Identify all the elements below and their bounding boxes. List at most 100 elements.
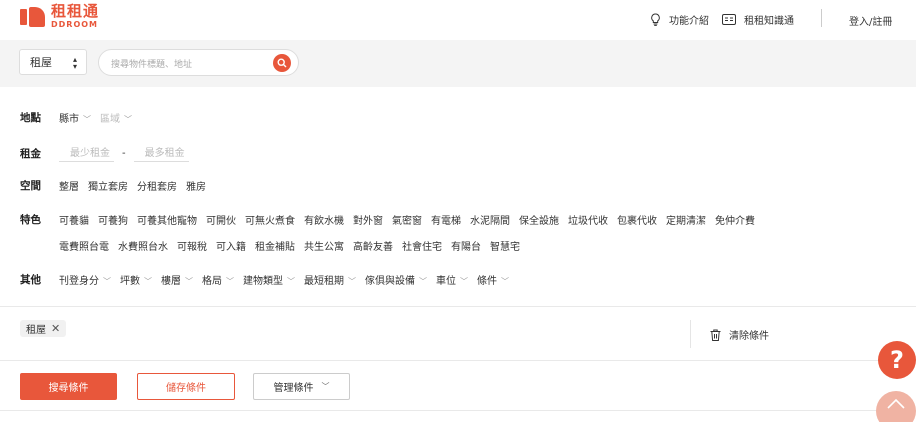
login-link[interactable]: 登入/註冊	[849, 13, 892, 28]
selected-chip[interactable]: 租屋 ✕	[20, 320, 67, 337]
select-caret-icon: ▴ ▾	[72, 55, 77, 71]
max-rent-input[interactable]: 最多租金	[133, 144, 189, 162]
clear-filters-button[interactable]: 清除條件	[710, 327, 769, 342]
rental-type-value: 租屋	[30, 56, 52, 69]
filter-location: 地點 縣市 ﹀ 區域 ﹀	[20, 110, 141, 125]
chip-label: 租屋	[26, 325, 46, 336]
district-dropdown[interactable]: 區域 ﹀	[100, 110, 132, 125]
feature-option[interactable]: 租金補貼	[255, 238, 295, 253]
filter-label: 空間	[20, 180, 41, 192]
divider	[0, 360, 916, 361]
chevron-down-icon: ﹀	[103, 277, 111, 286]
city-dropdown[interactable]: 縣市 ﹀	[59, 110, 91, 125]
divider	[0, 306, 916, 307]
filter-label: 地點	[20, 112, 41, 124]
logo-mark-icon	[20, 6, 46, 27]
other-filter-option[interactable]: 建物類型 ﹀	[243, 272, 295, 287]
chevron-down-icon: ﹀	[185, 277, 193, 286]
feature-option[interactable]: 可入籍	[216, 238, 246, 253]
close-icon[interactable]: ✕	[51, 322, 60, 335]
other-filter-option[interactable]: 傢俱與設備 ﹀	[365, 272, 427, 287]
filter-features: 特色 可養貓 可養狗 可養其他寵物 可開伙 可無火煮食 有飲水機 對外窗 氣密窗 有電梯 水泥隔間…	[20, 212, 764, 227]
back-to-top-button[interactable]	[876, 391, 916, 422]
min-rent-input[interactable]: 最少租金	[59, 144, 114, 162]
feature-option[interactable]: 可開伙	[206, 212, 236, 227]
other-filter-option[interactable]: 格局 ﹀	[202, 272, 234, 287]
search-bar: 租屋 ▴ ▾ 搜尋物件標題、地址	[0, 40, 916, 87]
vertical-divider	[690, 320, 691, 348]
filter-other: 其他 刊登身分 ﹀ 坪數 ﹀ 樓層 ﹀ 格局 ﹀ 建物類型 ﹀ 最短租期 ﹀ 傢俱與設備 ﹀ 車位 ﹀ 條件 ﹀	[20, 272, 518, 287]
feature-option[interactable]: 有陽台	[451, 238, 481, 253]
search-conditions-button[interactable]: 搜尋條件	[20, 373, 117, 400]
nav-divider	[821, 9, 822, 27]
other-filter-option[interactable]: 刊登身分 ﹀	[59, 272, 111, 287]
filter-label: 特色	[20, 214, 41, 226]
space-option[interactable]: 分租套房	[137, 178, 177, 193]
lightbulb-icon	[650, 13, 661, 26]
other-filter-option[interactable]: 條件 ﹀	[477, 272, 509, 287]
divider	[0, 410, 916, 411]
space-option[interactable]: 獨立套房	[88, 178, 128, 193]
feature-option[interactable]: 有飲水機	[304, 212, 344, 227]
feature-option[interactable]: 智慧宅	[490, 238, 520, 253]
search-placeholder: 搜尋物件標題、地址	[111, 60, 193, 70]
feature-option[interactable]: 可養貓	[59, 212, 89, 227]
search-input[interactable]: 搜尋物件標題、地址	[98, 49, 299, 76]
filter-label: 其他	[20, 274, 41, 286]
feature-option[interactable]: 氣密窗	[392, 212, 422, 227]
feature-option[interactable]: 共生公寓	[304, 238, 344, 253]
feature-option[interactable]: 電費照台電	[59, 238, 109, 253]
feature-option[interactable]: 免仲介費	[715, 212, 755, 227]
manage-conditions-button[interactable]: 管理條件 ﹀	[253, 373, 350, 400]
other-filter-option[interactable]: 車位 ﹀	[436, 272, 468, 287]
other-filter-option[interactable]: 樓層 ﹀	[161, 272, 193, 287]
feature-option[interactable]: 對外窗	[353, 212, 383, 227]
feature-option[interactable]: 水泥隔間	[470, 212, 510, 227]
logo-name: 租租通	[51, 2, 100, 20]
chevron-up-icon	[887, 399, 905, 409]
filter-features-row2: 電費照台電 水費照台水 可報稅 可入籍 租金補貼 共生公寓 高齡友善 社會住宅 有陽台 智慧宅	[59, 238, 529, 253]
logo-subtitle: DDROOM	[51, 20, 99, 29]
clear-filters-label: 清除條件	[729, 331, 769, 342]
book-icon	[722, 13, 736, 26]
feature-option[interactable]: 有電梯	[431, 212, 461, 227]
feature-option[interactable]: 包裹代收	[617, 212, 657, 227]
feature-option[interactable]: 垃圾代收	[568, 212, 608, 227]
chevron-down-icon: ﹀	[226, 277, 234, 286]
other-filter-option[interactable]: 坪數 ﹀	[120, 272, 152, 287]
feature-option[interactable]: 保全設施	[519, 212, 559, 227]
rent-separator: -	[122, 147, 126, 159]
space-option[interactable]: 雅房	[186, 178, 206, 193]
chevron-down-icon: ﹀	[124, 115, 132, 124]
manage-conditions-label: 管理條件	[273, 383, 314, 394]
chevron-down-icon: ﹀	[501, 277, 509, 286]
feature-option[interactable]: 社會住宅	[402, 238, 442, 253]
feature-option[interactable]: 定期清潔	[666, 212, 706, 227]
feature-option[interactable]: 可報稅	[177, 238, 207, 253]
chevron-down-icon: ﹀	[321, 382, 330, 391]
search-button[interactable]	[273, 54, 291, 72]
nav-knowledge[interactable]: 租租知識通	[722, 12, 794, 27]
search-icon	[277, 58, 287, 68]
logo[interactable]: 租租通 DDROOM	[20, 4, 99, 29]
chevron-down-icon: ﹀	[460, 277, 468, 286]
feature-option[interactable]: 可無火煮食	[245, 212, 295, 227]
top-navbar: 租租通 DDROOM 功能介紹 租租知識通 登入/註冊	[0, 0, 916, 40]
chevron-down-icon: ﹀	[83, 115, 91, 124]
nav-knowledge-label: 租租知識通	[744, 16, 794, 27]
trash-icon	[710, 329, 721, 341]
feature-option[interactable]: 高齡友善	[353, 238, 393, 253]
other-filter-option[interactable]: 最短租期 ﹀	[304, 272, 356, 287]
nav-feature-intro-label: 功能介紹	[669, 16, 709, 27]
rental-type-select[interactable]: 租屋 ▴ ▾	[19, 49, 87, 75]
filter-label: 租金	[20, 147, 41, 160]
chevron-down-icon: ﹀	[419, 277, 427, 286]
filter-rent: 租金 最少租金 - 最多租金	[20, 144, 189, 162]
feature-option[interactable]: 可養狗	[98, 212, 128, 227]
space-option[interactable]: 整層	[59, 178, 79, 193]
save-conditions-button[interactable]: 儲存條件	[137, 373, 235, 400]
nav-feature-intro[interactable]: 功能介紹	[650, 12, 709, 27]
feature-option[interactable]: 可養其他寵物	[137, 212, 197, 227]
help-button[interactable]: ?	[878, 341, 916, 379]
feature-option[interactable]: 水費照台水	[118, 238, 168, 253]
